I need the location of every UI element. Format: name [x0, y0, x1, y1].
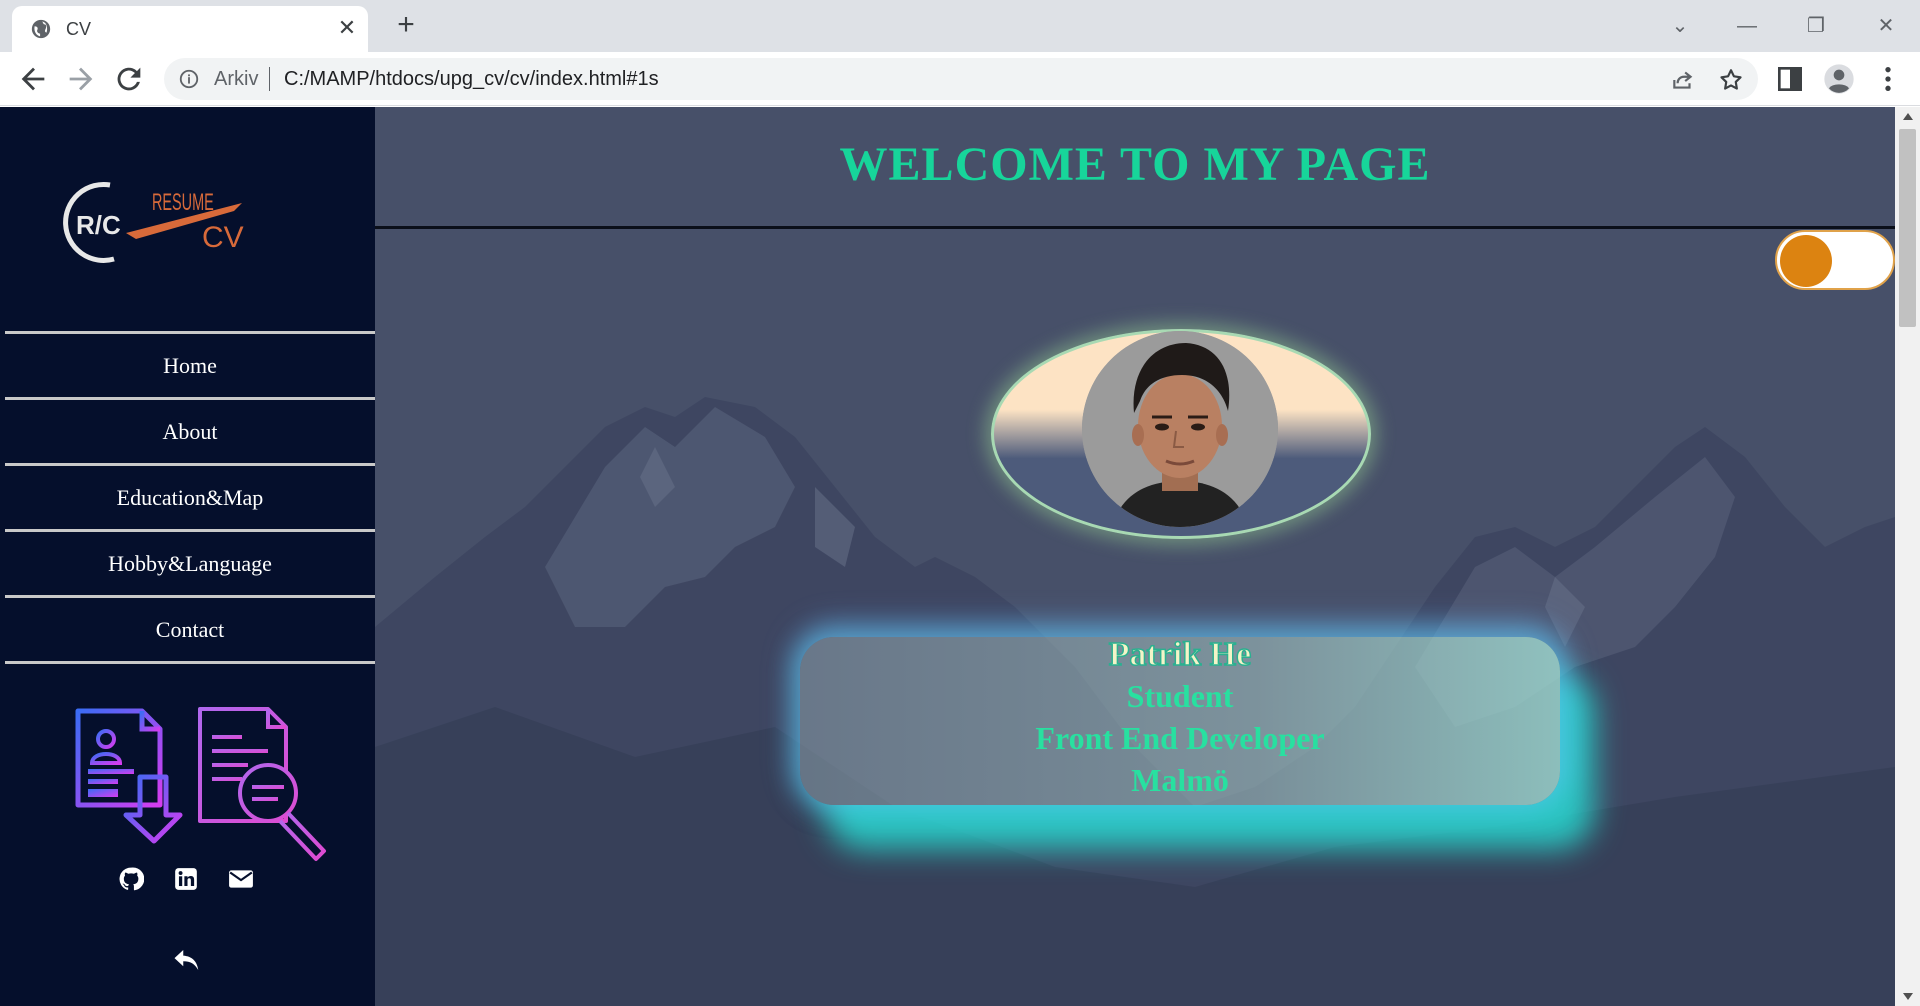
nav-about[interactable]: About — [5, 400, 375, 466]
resume-cv-logo: R/C RESUME CV — [63, 181, 244, 263]
logo-resume-text: RESUME — [152, 189, 214, 216]
browser-tab-strip: CV ✕ + ⌄ — ❐ ✕ — [0, 0, 1920, 52]
nav-hobby-language[interactable]: Hobby&Language — [5, 532, 375, 598]
info-icon[interactable] — [178, 68, 200, 90]
mountain-background — [375, 107, 1895, 1006]
profile-avatar — [1082, 331, 1278, 527]
header-divider — [375, 226, 1895, 229]
browser-tab[interactable]: CV ✕ — [12, 6, 368, 52]
profile-title: Front End Developer — [1035, 720, 1325, 756]
undo-arrow-icon[interactable] — [172, 945, 202, 975]
url-text[interactable]: C:/MAMP/htdocs/upg_cv/cv/index.html#1s — [284, 68, 659, 91]
theme-toggle[interactable] — [1775, 230, 1895, 290]
url-divider — [269, 67, 270, 91]
new-tab-button[interactable]: + — [390, 10, 422, 42]
scroll-down-arrow-icon[interactable] — [1903, 993, 1913, 1000]
main-content: WELCOME TO MY PAGE Patrik He Student Fro… — [375, 107, 1895, 1006]
sidebar-nav: Home About Education&Map Hobby&Language … — [5, 331, 375, 664]
menu-dots-icon[interactable] — [1872, 63, 1904, 95]
tab-search-chevron-icon[interactable]: ⌄ — [1660, 10, 1700, 42]
page-title: WELCOME TO MY PAGE — [839, 138, 1431, 191]
nav-education-map[interactable]: Education&Map — [5, 466, 375, 532]
page-viewport: R/C RESUME CV Home About Education&Map H… — [0, 107, 1920, 1006]
scroll-thumb[interactable] — [1899, 129, 1916, 327]
scroll-up-arrow-icon[interactable] — [1903, 113, 1913, 120]
back-arrow-icon[interactable] — [16, 62, 50, 96]
restore-icon[interactable]: ❐ — [1796, 10, 1836, 42]
close-window-icon[interactable]: ✕ — [1866, 10, 1906, 42]
globe-icon — [31, 19, 51, 39]
profile-name: Patrik He — [1108, 635, 1252, 674]
logo-mark-text: R/C — [76, 210, 121, 240]
view-cv-icon[interactable] — [196, 705, 331, 863]
sidebar: R/C RESUME CV Home About Education&Map H… — [0, 107, 375, 1006]
minimize-icon[interactable]: — — [1727, 10, 1767, 42]
reload-icon[interactable] — [112, 62, 146, 96]
bookmark-star-icon[interactable] — [1718, 67, 1744, 93]
url-scheme-label: Arkiv — [214, 68, 259, 90]
browser-toolbar: Arkiv C:/MAMP/htdocs/upg_cv/cv/index.htm… — [0, 52, 1920, 106]
linkedin-icon[interactable] — [173, 866, 199, 892]
profile-avatar-icon[interactable] — [1823, 63, 1855, 95]
nav-home[interactable]: Home — [5, 334, 375, 400]
profile-city: Malmö — [1131, 762, 1229, 798]
envelope-icon[interactable] — [228, 866, 254, 892]
download-cv-icon[interactable] — [74, 707, 184, 847]
share-icon[interactable] — [1670, 67, 1696, 93]
side-panel-icon[interactable] — [1774, 63, 1806, 95]
forward-arrow-icon[interactable] — [64, 62, 98, 96]
nav-contact[interactable]: Contact — [5, 598, 375, 664]
toggle-knob — [1780, 235, 1832, 287]
github-icon[interactable] — [118, 866, 144, 892]
profile-role: Student — [1126, 678, 1234, 714]
close-tab-icon[interactable]: ✕ — [334, 15, 360, 41]
address-bar[interactable]: Arkiv C:/MAMP/htdocs/upg_cv/cv/index.htm… — [164, 58, 1758, 100]
logo-cv-text: CV — [202, 221, 244, 254]
page-scrollbar[interactable] — [1895, 107, 1920, 1006]
tab-title: CV — [66, 19, 92, 39]
